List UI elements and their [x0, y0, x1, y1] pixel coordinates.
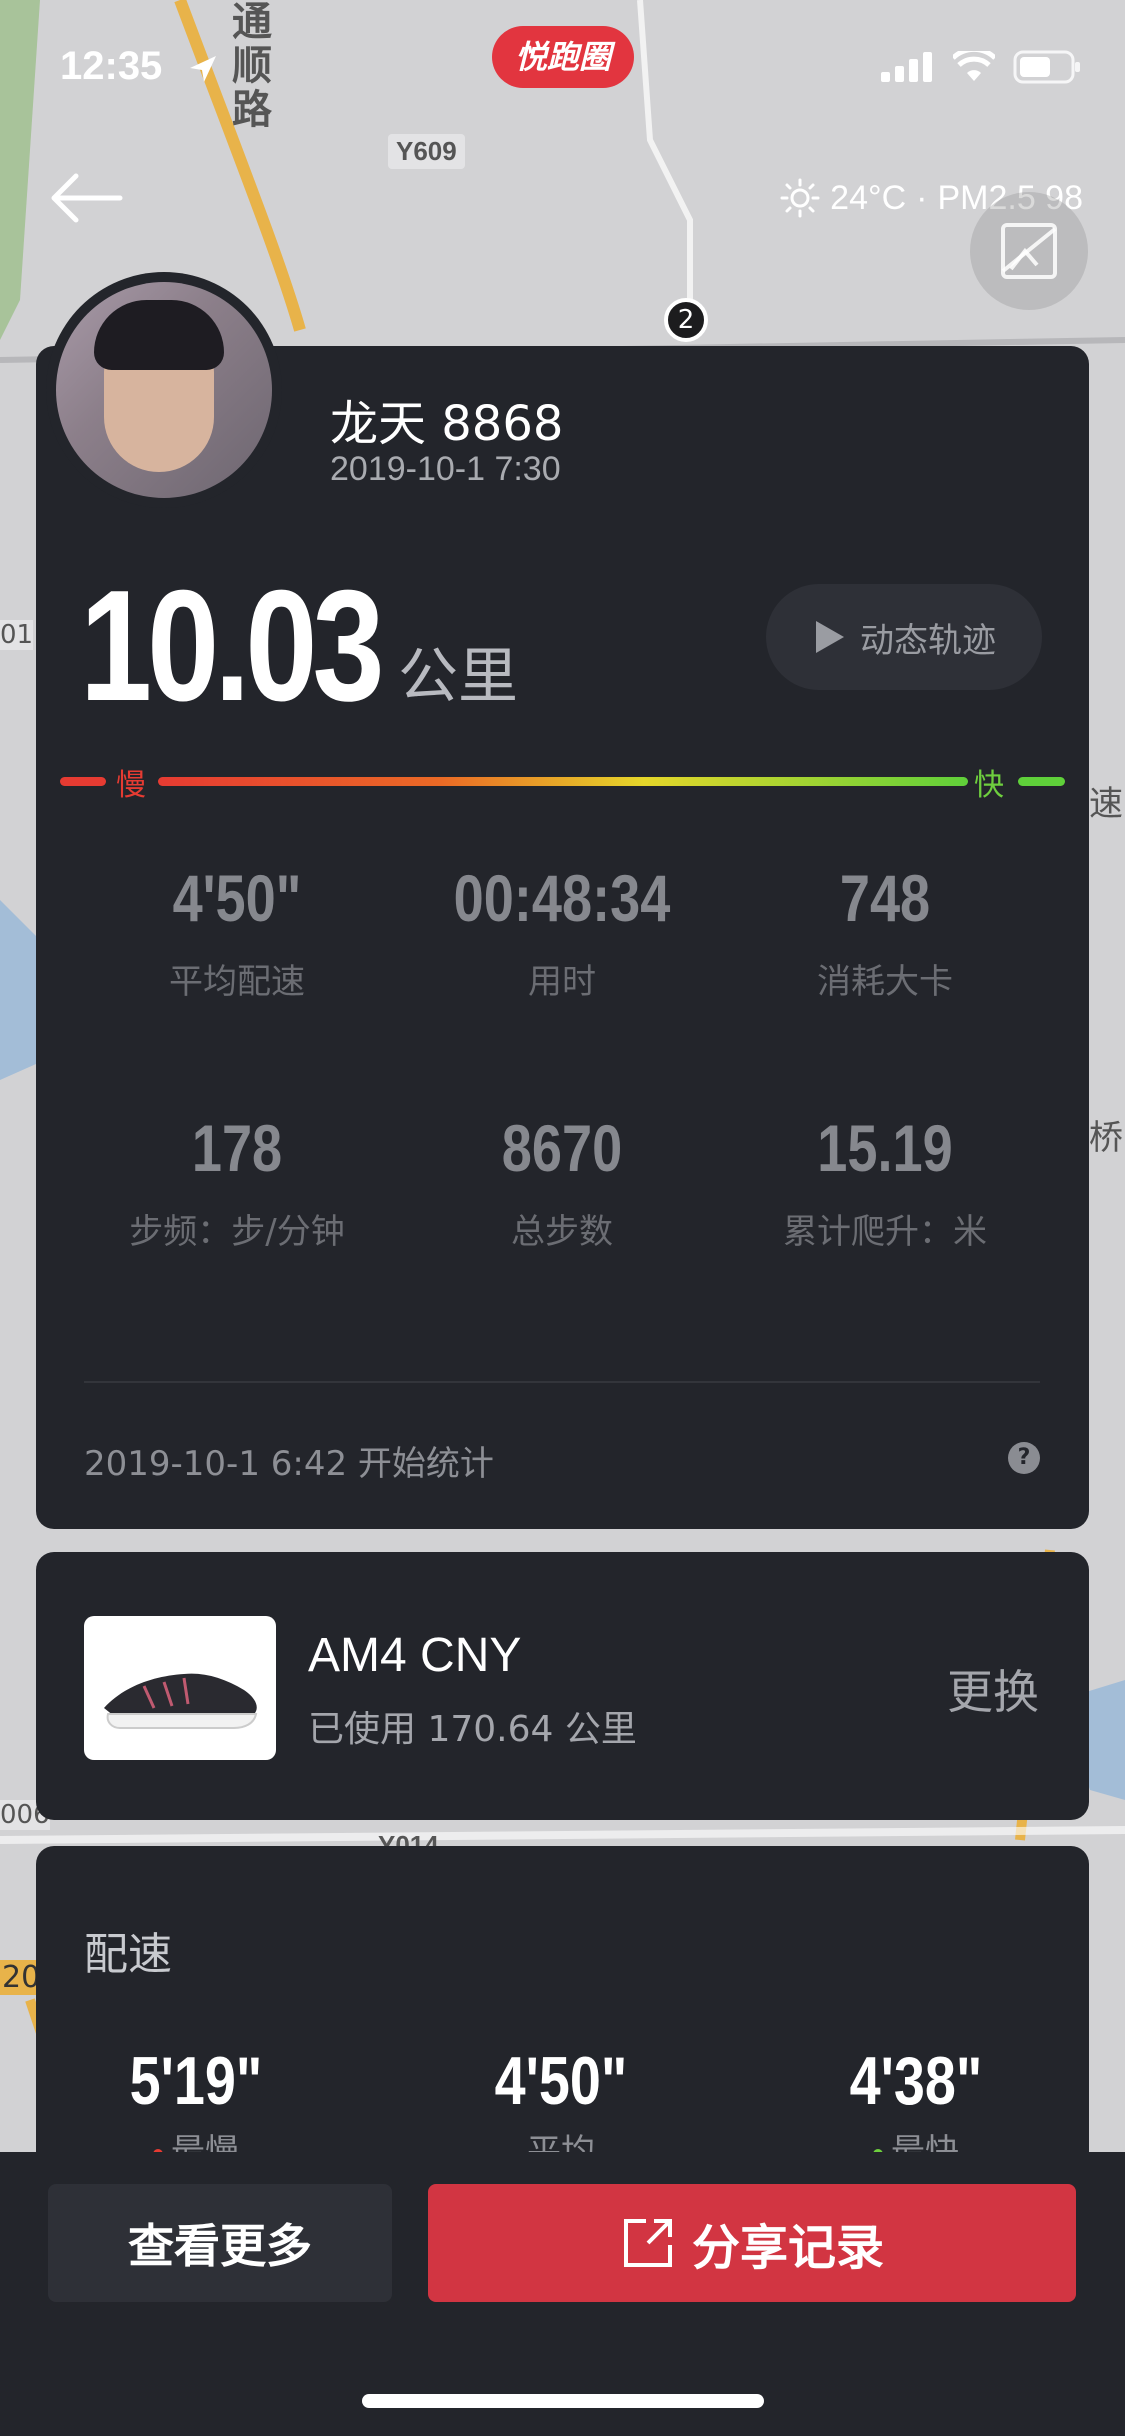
stat-calories: 748 消耗大卡: [720, 860, 1050, 1003]
divider: [84, 1381, 1040, 1383]
stat-value: 178: [191, 1111, 283, 1185]
start-stat-time: 2019-10-1 6:42 开始统计: [84, 1444, 494, 1484]
map-marker[interactable]: 2: [664, 298, 708, 342]
stat-elevation: 15.19 累计爬升：米: [720, 1110, 1050, 1253]
sun-icon: [780, 178, 820, 218]
image-icon: [1001, 223, 1057, 279]
stat-total-steps: 8670 总步数: [397, 1110, 727, 1253]
shoe-card[interactable]: AM4 CNY 已使用 170.64 公里 更换: [36, 1552, 1089, 1820]
run-date: 2019-10-1 7:30: [330, 450, 561, 488]
stat-avg-pace: 4'50" 平均配速: [72, 860, 402, 1003]
help-icon[interactable]: ?: [1008, 1442, 1040, 1474]
stat-cadence: 178 步频：步/分钟: [72, 1110, 402, 1253]
distance-value: 10.03: [80, 558, 385, 734]
pace-title: 配速: [84, 1929, 172, 1980]
slow-label: 慢: [116, 768, 146, 803]
wifi-icon: [953, 51, 995, 81]
dynamic-track-label: 动态轨迹: [860, 620, 996, 661]
share-icon: [623, 2219, 672, 2267]
stat-value: 00:48:34: [453, 861, 671, 935]
avatar[interactable]: [46, 272, 282, 508]
stat-label: 消耗大卡: [817, 962, 953, 1002]
dynamic-track-button[interactable]: 动态轨迹: [766, 584, 1042, 690]
stat-label: 总步数: [511, 1212, 613, 1252]
shoe-name: AM4 CNY: [308, 1629, 522, 1682]
stat-label: 累计爬升：米: [783, 1212, 987, 1252]
status-icons: [881, 50, 1081, 84]
share-record-button[interactable]: 分享记录: [428, 2184, 1076, 2302]
shoe-image: [84, 1616, 276, 1760]
stat-value: 15.19: [817, 1111, 953, 1185]
location-arrow-icon: [190, 56, 216, 82]
map-edge-label: 速: [1089, 784, 1123, 824]
pace-slowest-value: 5'19": [129, 2043, 263, 2119]
stat-value: 8670: [501, 1111, 623, 1185]
home-indicator[interactable]: [362, 2394, 764, 2408]
map-edge-label: 桥: [1089, 1118, 1123, 1158]
stat-label: 用时: [528, 962, 596, 1002]
stat-value: 748: [839, 861, 931, 935]
view-more-button[interactable]: 查看更多: [48, 2184, 392, 2302]
pace-gradient-bar: [60, 777, 1065, 786]
map-edge-label: 01: [0, 620, 34, 650]
stat-duration: 00:48:34 用时: [397, 860, 727, 1003]
stat-value: 4'50": [172, 861, 302, 935]
distance-unit: 公里: [398, 642, 518, 712]
signal-icon: [881, 52, 932, 82]
pace-average-value: 4'50": [494, 2043, 628, 2119]
weather-separator: ·: [916, 178, 928, 217]
photo-button[interactable]: [970, 192, 1088, 310]
share-record-label: 分享记录: [691, 2220, 884, 2276]
back-arrow-icon[interactable]: [46, 168, 126, 228]
map-label-y609: Y609: [388, 134, 465, 169]
status-time: 12:35: [60, 44, 163, 88]
change-shoe-button[interactable]: 更换: [947, 1656, 1039, 1722]
shoe-used-distance: 已使用 170.64 公里: [308, 1709, 637, 1750]
avatar-hair: [94, 300, 224, 370]
stat-label: 平均配速: [169, 962, 305, 1002]
user-name: 龙天 8868: [330, 396, 564, 452]
brand-logo: 悦跑圈: [492, 26, 634, 88]
fast-label: 快: [974, 768, 1004, 803]
weather-temp: 24°C: [830, 178, 907, 217]
stat-label: 步频：步/分钟: [129, 1212, 345, 1252]
battery-icon: [1013, 50, 1080, 84]
map-label-road: 通顺路: [232, 0, 272, 133]
play-icon: [816, 621, 844, 653]
pace-fastest-value: 4'38": [849, 2043, 983, 2119]
shoe-icon: [104, 1673, 258, 1729]
